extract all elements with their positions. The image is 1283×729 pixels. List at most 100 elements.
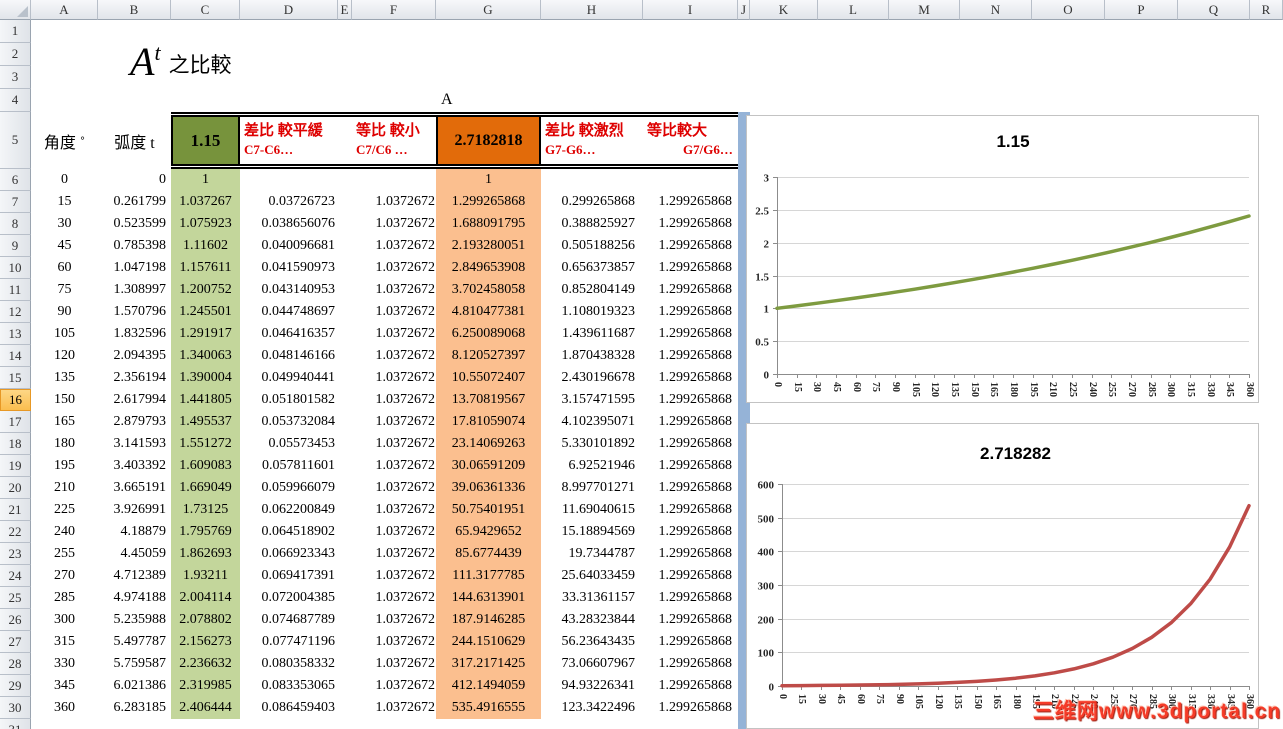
cell-ratio-e[interactable]: 1.299265868 <box>643 587 738 609</box>
cell-ratio-1-15[interactable] <box>352 169 436 191</box>
cell-pow-1-15[interactable]: 2.156273 <box>171 631 240 653</box>
cell-pow-e[interactable]: 144.6313901 <box>436 587 541 609</box>
cell-ratio-e[interactable]: 1.299265868 <box>643 323 738 345</box>
column-header-N[interactable]: N <box>960 0 1032 20</box>
cell-diff-e[interactable] <box>541 169 643 191</box>
cell-pow-1-15[interactable]: 1.075923 <box>171 213 240 235</box>
cell-diff-e[interactable]: 73.06607967 <box>541 653 643 675</box>
column-header-R[interactable]: R <box>1250 0 1283 20</box>
cell-ratio-1-15[interactable]: 1.0372672 <box>352 389 436 411</box>
cell-angle[interactable]: 75 <box>31 279 98 301</box>
cell-radian[interactable]: 1.570796 <box>98 301 171 323</box>
cell-pow-e[interactable]: 3.702458058 <box>436 279 541 301</box>
cell-angle[interactable]: 105 <box>31 323 98 345</box>
row-header-19[interactable]: 19 <box>0 455 31 477</box>
cell-diff-1-15[interactable]: 0.051801582 <box>240 389 338 411</box>
cell-pow-1-15[interactable]: 1.340063 <box>171 345 240 367</box>
cell-pow-e[interactable]: 4.810477381 <box>436 301 541 323</box>
cell-diff-1-15[interactable]: 0.086459403 <box>240 697 338 719</box>
cell-pow-1-15[interactable]: 1.11602 <box>171 235 240 257</box>
cell-pow-e[interactable]: 187.9146285 <box>436 609 541 631</box>
cell-angle[interactable]: 120 <box>31 345 98 367</box>
row-header-11[interactable]: 11 <box>0 279 31 301</box>
cell-angle[interactable]: 315 <box>31 631 98 653</box>
cell-radian[interactable]: 1.308997 <box>98 279 171 301</box>
header-ratio-2[interactable]: 等比較大 G7/G6… <box>643 117 738 164</box>
cell-pow-e[interactable]: 317.2171425 <box>436 653 541 675</box>
cell-pow-e[interactable]: 39.06361336 <box>436 477 541 499</box>
cell-angle[interactable]: 225 <box>31 499 98 521</box>
header-base-e[interactable]: 2.7182818 <box>436 117 541 164</box>
cell-pow-e[interactable]: 30.06591209 <box>436 455 541 477</box>
cell-ratio-e[interactable]: 1.299265868 <box>643 609 738 631</box>
cell-pow-1-15[interactable]: 1.609083 <box>171 455 240 477</box>
cell-pow-1-15[interactable]: 1.795769 <box>171 521 240 543</box>
cell-diff-e[interactable]: 1.439611687 <box>541 323 643 345</box>
column-header-L[interactable]: L <box>818 0 889 20</box>
cell-ratio-e[interactable]: 1.299265868 <box>643 213 738 235</box>
column-header-B[interactable]: B <box>98 0 171 20</box>
cell-diff-e[interactable]: 0.299265868 <box>541 191 643 213</box>
cell-pow-e[interactable]: 1.299265868 <box>436 191 541 213</box>
cell-diff-e[interactable]: 6.92521946 <box>541 455 643 477</box>
row-header-3[interactable]: 3 <box>0 66 31 89</box>
cell-radian[interactable]: 2.094395 <box>98 345 171 367</box>
row-header-9[interactable]: 9 <box>0 235 31 257</box>
header-ratio-1[interactable]: 等比 較小 C7/C6 … <box>352 117 436 164</box>
cell-diff-e[interactable]: 5.330101892 <box>541 433 643 455</box>
cell-diff-e[interactable]: 4.102395071 <box>541 411 643 433</box>
cell-diff-1-15[interactable]: 0.043140953 <box>240 279 338 301</box>
column-header-J[interactable]: J <box>738 0 750 20</box>
row-header-28[interactable]: 28 <box>0 653 31 675</box>
cell-diff-1-15[interactable]: 0.080358332 <box>240 653 338 675</box>
cell-ratio-e[interactable]: 1.299265868 <box>643 477 738 499</box>
cell-diff-1-15[interactable]: 0.05573453 <box>240 433 338 455</box>
cell-radian[interactable]: 0.261799 <box>98 191 171 213</box>
cell-ratio-1-15[interactable]: 1.0372672 <box>352 587 436 609</box>
cell-radian[interactable]: 3.926991 <box>98 499 171 521</box>
cell-diff-1-15[interactable]: 0.049940441 <box>240 367 338 389</box>
cell-diff-e[interactable]: 1.870438328 <box>541 345 643 367</box>
cell-angle[interactable]: 360 <box>31 697 98 719</box>
cell-pow-e[interactable]: 8.120527397 <box>436 345 541 367</box>
cell-ratio-e[interactable]: 1.299265868 <box>643 697 738 719</box>
cell-diff-1-15[interactable] <box>240 169 338 191</box>
cell-ratio-e[interactable]: 1.299265868 <box>643 301 738 323</box>
row-header-20[interactable]: 20 <box>0 477 31 499</box>
cell-ratio-1-15[interactable]: 1.0372672 <box>352 191 436 213</box>
cell-diff-e[interactable]: 56.23643435 <box>541 631 643 653</box>
cell-diff-1-15[interactable]: 0.03726723 <box>240 191 338 213</box>
cell-pow-1-15[interactable]: 1.495537 <box>171 411 240 433</box>
cell-ratio-e[interactable]: 1.299265868 <box>643 455 738 477</box>
cell-ratio-1-15[interactable]: 1.0372672 <box>352 279 436 301</box>
cell-pow-e[interactable]: 85.6774439 <box>436 543 541 565</box>
cell-diff-1-15[interactable]: 0.048146166 <box>240 345 338 367</box>
chart-base-e[interactable]: 2.718282 0 100 200 300 400 500 600 0 15 30 45 60 75 9… <box>746 423 1259 729</box>
cell-ratio-e[interactable]: 1.299265868 <box>643 565 738 587</box>
cell-pow-1-15[interactable]: 1.157611 <box>171 257 240 279</box>
row-header-4[interactable]: 4 <box>0 89 31 112</box>
cell-angle[interactable]: 135 <box>31 367 98 389</box>
cell-pow-e[interactable]: 2.849653908 <box>436 257 541 279</box>
row-header-15[interactable]: 15 <box>0 367 31 389</box>
row-header-16[interactable]: 16 <box>0 389 31 411</box>
cell-radian[interactable]: 4.974188 <box>98 587 171 609</box>
cell-ratio-e[interactable]: 1.299265868 <box>643 389 738 411</box>
column-header-P[interactable]: P <box>1105 0 1178 20</box>
cell-diff-e[interactable]: 1.108019323 <box>541 301 643 323</box>
series-line[interactable] <box>780 503 1251 688</box>
row-header-21[interactable]: 21 <box>0 499 31 521</box>
column-header-G[interactable]: G <box>436 0 541 20</box>
cell-ratio-1-15[interactable]: 1.0372672 <box>352 543 436 565</box>
row-header-17[interactable]: 17 <box>0 411 31 433</box>
cell-radian[interactable]: 4.18879 <box>98 521 171 543</box>
cell-diff-1-15[interactable]: 0.041590973 <box>240 257 338 279</box>
cell-ratio-1-15[interactable]: 1.0372672 <box>352 455 436 477</box>
cell-ratio-1-15[interactable]: 1.0372672 <box>352 367 436 389</box>
cell-ratio-e[interactable]: 1.299265868 <box>643 367 738 389</box>
cell-angle[interactable]: 240 <box>31 521 98 543</box>
cell-radian[interactable]: 4.712389 <box>98 565 171 587</box>
cell-diff-1-15[interactable]: 0.057811601 <box>240 455 338 477</box>
cell-pow-1-15[interactable]: 1.037267 <box>171 191 240 213</box>
cell-diff-1-15[interactable]: 0.038656076 <box>240 213 338 235</box>
